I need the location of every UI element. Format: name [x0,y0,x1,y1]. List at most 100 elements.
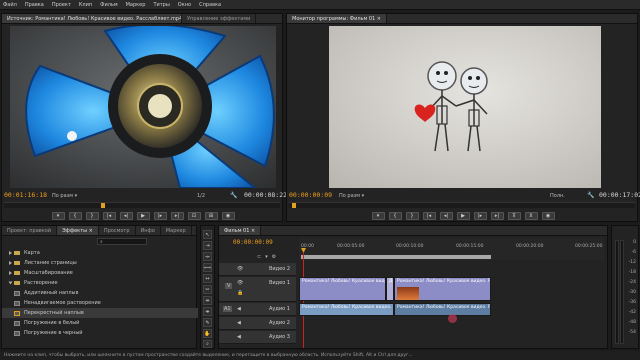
pen-tool-icon[interactable]: ✎ [203,318,212,327]
list-item[interactable]: Погружение в белый [2,318,198,328]
track-header-audio3[interactable]: ◀ Аудио 3 [219,331,296,344]
marker-icon[interactable]: ▾ [51,212,65,220]
playhead-icon[interactable] [292,203,296,208]
tab-sequence[interactable]: Фильм 01 × [219,226,262,235]
list-item[interactable]: Карта [2,248,198,258]
program-timecode-current[interactable]: 00:00:00:09 [289,191,332,199]
playhead-icon[interactable] [101,203,105,208]
program-scrub-bar[interactable] [289,202,635,208]
menu-edit[interactable]: Правка [25,2,44,8]
tab-source[interactable]: Источник: Романтика! Любовь! Красивое ви… [2,14,182,23]
slip-tool-icon[interactable]: ⇹ [203,296,212,305]
add-marker-icon[interactable]: ▾ [265,254,268,261]
wrench-icon[interactable]: 🔧 [587,192,594,199]
tab-history[interactable]: Просмотр [99,226,136,235]
track-header-audio1[interactable]: A1 ◀ Аудио 1 [219,303,296,316]
track-header-video2[interactable]: 👁 Видео 2 [219,263,296,276]
list-item[interactable]: Погружение в черный [2,328,198,338]
play-icon[interactable]: ▶ [136,212,150,220]
step-back-icon[interactable]: ◂| [119,212,133,220]
track-target-label[interactable]: A1 [223,306,232,312]
video-clip[interactable]: Романтика! Любовь! Красивое видео. Рассл… [299,277,386,301]
tab-info[interactable]: Инфо [136,226,161,235]
track-header-audio2[interactable]: ◀ Аудио 2 [219,317,296,330]
out-point-icon[interactable]: } [405,212,419,220]
menu-clip[interactable]: Клип [79,2,92,8]
tab-effect-controls[interactable]: Управление эффектами [182,14,257,23]
menu-window[interactable]: Окно [178,2,191,8]
rate-stretch-tool-icon[interactable]: ↔ [203,274,212,283]
in-point-icon[interactable]: { [68,212,82,220]
tab-markers[interactable]: Маркер [161,226,192,235]
tab-effects[interactable]: Эффекты × [57,226,99,235]
tab-project[interactable]: Проект: правкой [2,226,58,235]
out-point-icon[interactable]: } [85,212,99,220]
step-back-icon[interactable]: ◂| [439,212,453,220]
collapse-icon[interactable] [8,281,13,285]
expand-icon[interactable] [9,251,12,255]
go-to-out-icon[interactable]: ▸| [490,212,504,220]
go-to-out-icon[interactable]: ▸| [170,212,184,220]
menu-help[interactable]: Справка [199,2,221,8]
snap-icon[interactable]: ⊂ [257,254,261,261]
play-icon[interactable]: ▶ [456,212,470,220]
settings-icon[interactable]: ⚙ [272,254,276,261]
work-area-bar[interactable] [301,255,491,259]
track-target-label[interactable]: V [225,283,233,289]
list-item[interactable]: Растворение [2,278,198,288]
menu-project[interactable]: Проект [52,2,71,8]
track-header-video1[interactable]: V 👁 🔒 Видео 1 [219,277,296,302]
extract-icon[interactable]: ⊻ [524,212,538,220]
marker-icon[interactable]: ▾ [371,212,385,220]
timeline-ruler[interactable]: 00:00 00:00:05:00 00:00:10:00 00:00:15:0… [299,238,604,260]
speaker-icon[interactable]: ◀ [237,334,241,340]
list-item[interactable]: Масштабирование [2,268,198,278]
transition-clip[interactable]: Дер [386,277,394,301]
zoom-tool-icon[interactable]: ⌕ [203,340,212,348]
speaker-icon[interactable]: ◀ [237,320,241,326]
menu-sequence[interactable]: Фильм [100,2,117,8]
source-timecode-current[interactable]: 00:01:16:18 [4,191,47,199]
export-frame-icon[interactable]: ◉ [541,212,555,220]
expand-icon[interactable] [9,271,12,275]
wrench-icon[interactable]: 🔧 [230,192,237,199]
tab-program[interactable]: Монитор программы: Фильм 01 × [287,14,387,23]
razor-tool-icon[interactable]: ✂ [203,285,212,294]
insert-icon[interactable]: ⊡ [187,212,201,220]
step-forward-icon[interactable]: |▸ [473,212,487,220]
lock-icon[interactable]: 🔒 [237,290,243,296]
source-quality-dropdown[interactable]: 1/2 [197,193,205,199]
overwrite-icon[interactable]: ⊞ [204,212,218,220]
go-to-in-icon[interactable]: |◂ [422,212,436,220]
step-forward-icon[interactable]: |▸ [153,212,167,220]
audio-clip[interactable]: Романтика! Любовь! Красивое видео. Рассл… [299,303,394,316]
rolling-edit-tool-icon[interactable]: ⟺ [203,263,212,272]
ripple-edit-tool-icon[interactable]: ⟛ [203,252,212,261]
list-item[interactable]: Листание страницы [2,258,198,268]
list-item[interactable]: Аддитивный наплыв [2,288,198,298]
source-fit-dropdown[interactable]: По разм ▾ [52,193,77,199]
list-item[interactable]: Ненадвигаемое растворение [2,298,198,308]
program-quality-dropdown[interactable]: Полн. [550,193,565,199]
in-point-icon[interactable]: { [388,212,402,220]
export-frame-icon[interactable]: ◉ [221,212,235,220]
selection-tool-icon[interactable]: ↖ [203,230,212,239]
hand-tool-icon[interactable]: ✋ [203,329,212,338]
lift-icon[interactable]: ⊼ [507,212,521,220]
timeline-timecode[interactable]: 00:00:00:09 [233,239,273,246]
slide-tool-icon[interactable]: ⇼ [203,307,212,316]
eye-icon[interactable]: 👁 [237,266,243,272]
go-to-in-icon[interactable]: |◂ [102,212,116,220]
menu-file[interactable]: Файл [3,2,17,8]
menu-marker[interactable]: Маркер [126,2,146,8]
menu-title[interactable]: Титры [153,2,169,8]
track-select-tool-icon[interactable]: ⇥ [203,241,212,250]
audio-clip[interactable]: Романтика! Любовь! Красивое видео. Р [394,303,491,316]
eye-icon[interactable]: 👁 [237,280,243,286]
effects-search-input[interactable]: ⌕ [97,238,147,245]
program-fit-dropdown[interactable]: По разм ▾ [339,193,364,199]
video-clip[interactable]: Романтика! Любовь! Красивое видео. Рассл… [394,277,491,301]
speaker-icon[interactable]: ◀ [237,306,241,312]
expand-icon[interactable] [9,261,12,265]
list-item[interactable]: Перекрестный наплыв [2,308,198,318]
